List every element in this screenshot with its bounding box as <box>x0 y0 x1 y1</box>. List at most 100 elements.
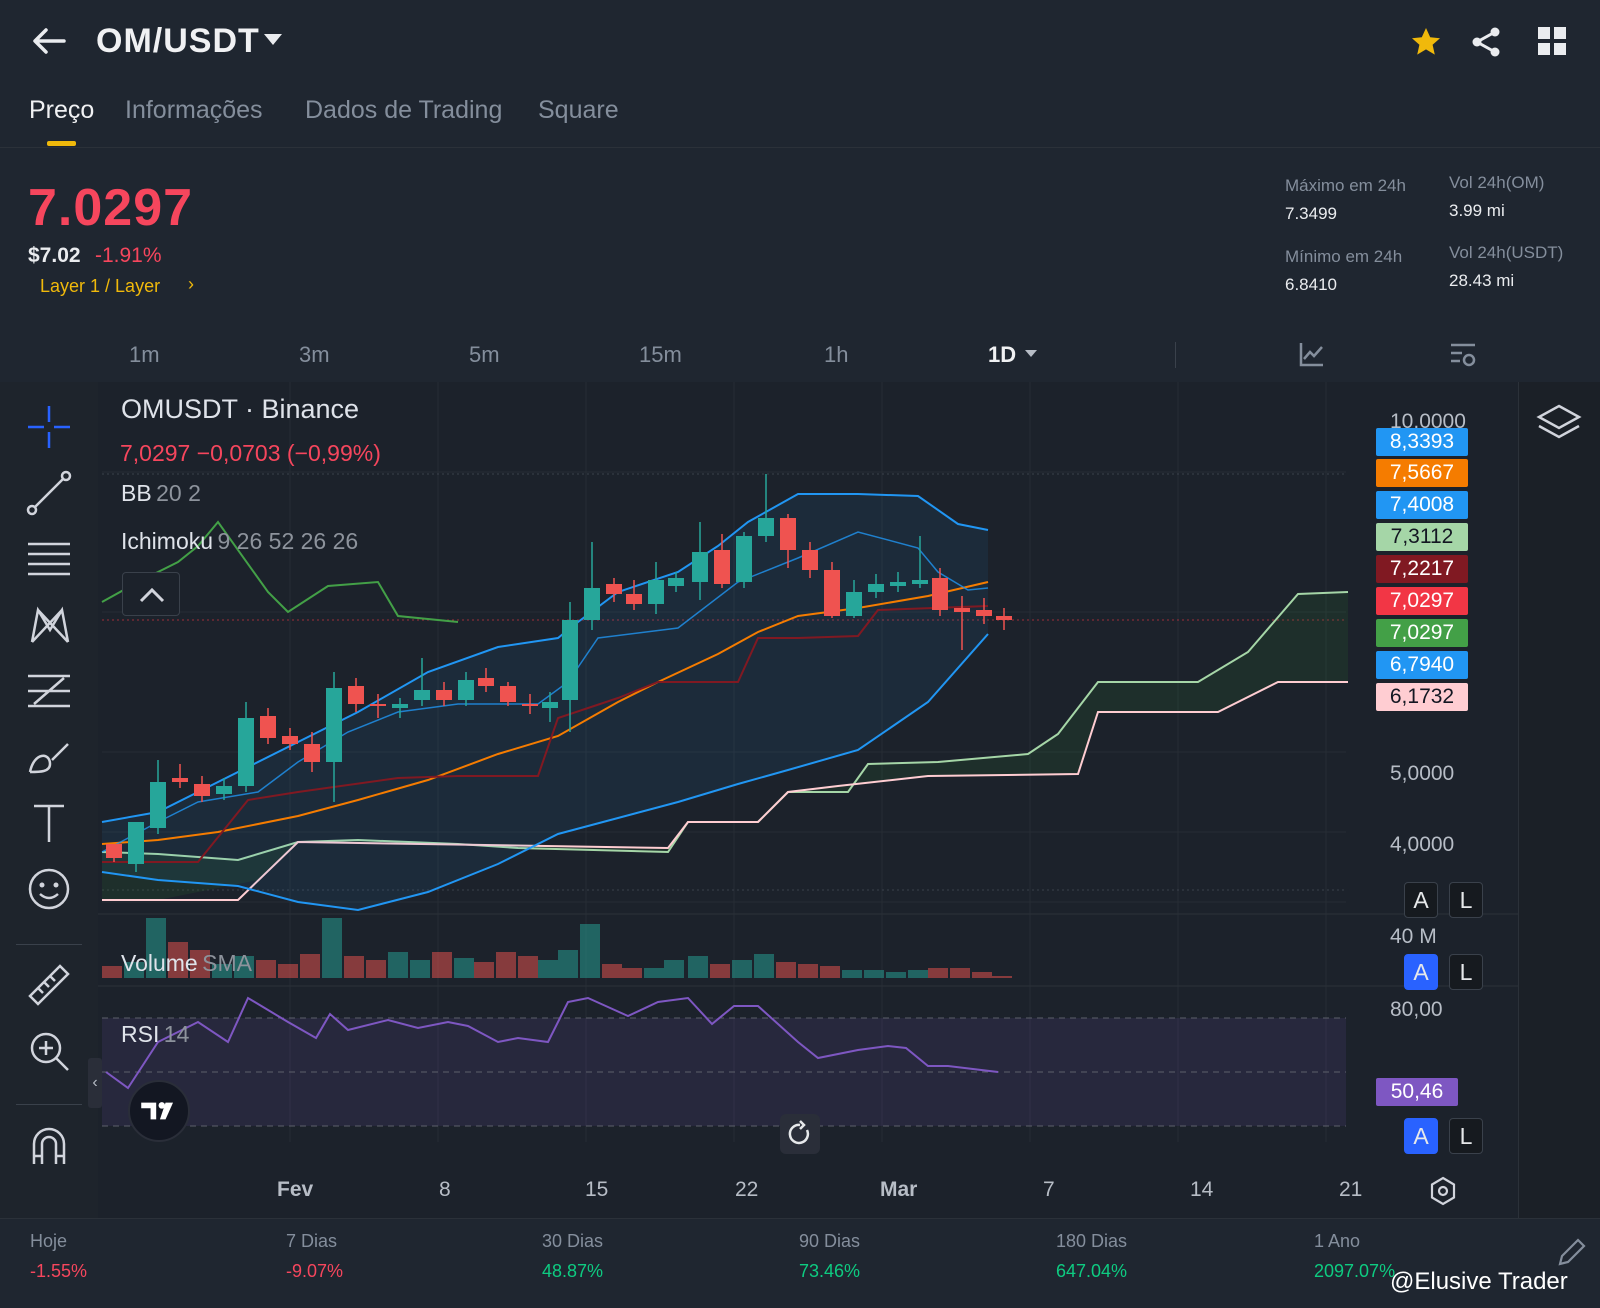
volume-bar <box>928 968 948 978</box>
auto-scale-button[interactable]: A <box>1404 954 1438 990</box>
candle-body <box>522 704 538 706</box>
text-icon[interactable] <box>24 798 74 848</box>
volume-bar <box>102 966 122 978</box>
layers-icon[interactable] <box>1535 402 1583 446</box>
perf-value: 2097.07% <box>1314 1261 1396 1281</box>
candle-body <box>194 784 210 796</box>
candle-body <box>802 550 818 570</box>
bb-name: BB <box>121 480 152 506</box>
star-icon[interactable] <box>1410 26 1442 58</box>
volume-bar <box>496 952 516 978</box>
candle-body <box>414 690 430 700</box>
pair-title[interactable]: OM/USDT <box>96 22 260 61</box>
date-label: Mar <box>880 1178 918 1201</box>
axis-settings-icon[interactable] <box>1428 1176 1458 1206</box>
sidebar-toggle[interactable]: ‹ <box>88 1058 102 1108</box>
trend-line-icon[interactable] <box>24 468 74 518</box>
candle-body <box>260 716 276 738</box>
indicator-icon[interactable] <box>1298 340 1326 368</box>
ichimoku-params: 9 26 52 26 26 <box>217 528 359 554</box>
chevron-up-icon <box>139 587 165 603</box>
chevron-right-icon[interactable]: › <box>188 274 194 295</box>
interval-1h[interactable]: 1h <box>824 342 848 368</box>
price-chart[interactable] <box>98 382 1518 1218</box>
chart-settings-icon[interactable] <box>1448 340 1478 370</box>
volume-bar <box>908 970 928 978</box>
reset-chart-button[interactable] <box>780 1114 820 1154</box>
rsi-legend[interactable]: RSI 14 <box>121 1021 189 1048</box>
emoji-icon[interactable] <box>24 864 74 914</box>
perf-label: 30 Dias <box>542 1231 604 1251</box>
vol-usdt-value: 28.43 mi <box>1449 271 1515 290</box>
candle-body <box>758 518 774 536</box>
low-24h-value: 6.8410 <box>1285 275 1337 294</box>
horizontal-lines-icon[interactable] <box>24 534 74 584</box>
candle-body <box>304 744 320 762</box>
back-arrow-icon[interactable] <box>30 26 66 56</box>
divider <box>1175 342 1176 368</box>
perf-value: 48.87% <box>542 1261 604 1281</box>
caret-down-icon[interactable] <box>1025 350 1037 357</box>
low-24h-label: Mínimo em 24h <box>1285 247 1403 266</box>
volume-bar <box>798 964 818 978</box>
share-icon[interactable] <box>1470 26 1502 58</box>
chevron-down-icon[interactable] <box>264 34 282 45</box>
interval-1d[interactable]: 1D <box>988 342 1016 368</box>
candle-body <box>436 690 452 700</box>
volume-bar <box>864 970 884 978</box>
interval-15m[interactable]: 15m <box>639 342 682 368</box>
interval-3m[interactable]: 3m <box>299 342 330 368</box>
auto-scale-button[interactable]: A <box>1404 882 1438 918</box>
volume-bar <box>950 968 970 978</box>
grid-icon[interactable] <box>1537 26 1567 56</box>
volume-bar <box>754 954 774 978</box>
tab-trading-data[interactable]: Dados de Trading <box>305 96 502 125</box>
tab-price[interactable]: Preço <box>29 96 94 125</box>
magnet-icon[interactable] <box>24 1120 74 1170</box>
log-scale-button[interactable]: L <box>1449 882 1483 918</box>
candle-body <box>846 592 862 616</box>
brush-icon[interactable] <box>24 732 74 782</box>
tab-info[interactable]: Informações <box>125 96 263 125</box>
category-link[interactable]: Layer 1 / Layer <box>40 276 160 297</box>
interval-5m[interactable]: 5m <box>469 342 500 368</box>
volume-bar <box>454 958 474 978</box>
bb-legend[interactable]: BB 20 2 <box>121 480 201 507</box>
log-scale-button[interactable]: L <box>1449 1118 1483 1154</box>
pencil-icon[interactable] <box>1554 1236 1588 1270</box>
volume-bar <box>300 954 320 978</box>
zoom-in-icon[interactable] <box>24 1026 74 1076</box>
candle-body <box>692 552 708 582</box>
price-tag: 8,3393 <box>1376 428 1468 456</box>
interval-1m[interactable]: 1m <box>129 342 160 368</box>
volume-params: SMA <box>202 950 253 976</box>
high-24h-label: Máximo em 24h <box>1285 176 1406 195</box>
volume-bar <box>558 950 578 978</box>
volume-name: Volume <box>121 950 198 976</box>
log-scale-button[interactable]: L <box>1449 954 1483 990</box>
volume-bar <box>644 968 664 978</box>
fib-icon[interactable] <box>24 666 74 716</box>
volume-bar <box>388 952 408 978</box>
crosshair-icon[interactable] <box>24 402 74 452</box>
price-tag: 7,4008 <box>1376 491 1468 519</box>
volume-bar <box>432 952 452 978</box>
date-label: 21 <box>1339 1178 1363 1201</box>
volume-bar <box>474 962 494 978</box>
volume-bar <box>992 976 1012 978</box>
candle-body <box>348 686 364 704</box>
volume-bar <box>518 956 538 978</box>
volume-bar <box>580 924 600 978</box>
pattern-icon[interactable] <box>24 600 74 650</box>
ruler-icon[interactable] <box>24 960 74 1010</box>
candle-body <box>562 620 578 700</box>
volume-bar <box>322 918 342 978</box>
volume-legend[interactable]: Volume SMA <box>121 950 252 977</box>
candle-body <box>932 578 948 610</box>
ichimoku-legend[interactable]: Ichimoku 9 26 52 26 26 <box>121 528 358 555</box>
collapse-legend-button[interactable] <box>122 572 180 616</box>
vol-om-label: Vol 24h(OM) <box>1449 173 1545 192</box>
date-label: 15 <box>585 1178 609 1201</box>
tab-square[interactable]: Square <box>538 96 619 125</box>
auto-scale-button[interactable]: A <box>1404 1118 1438 1154</box>
